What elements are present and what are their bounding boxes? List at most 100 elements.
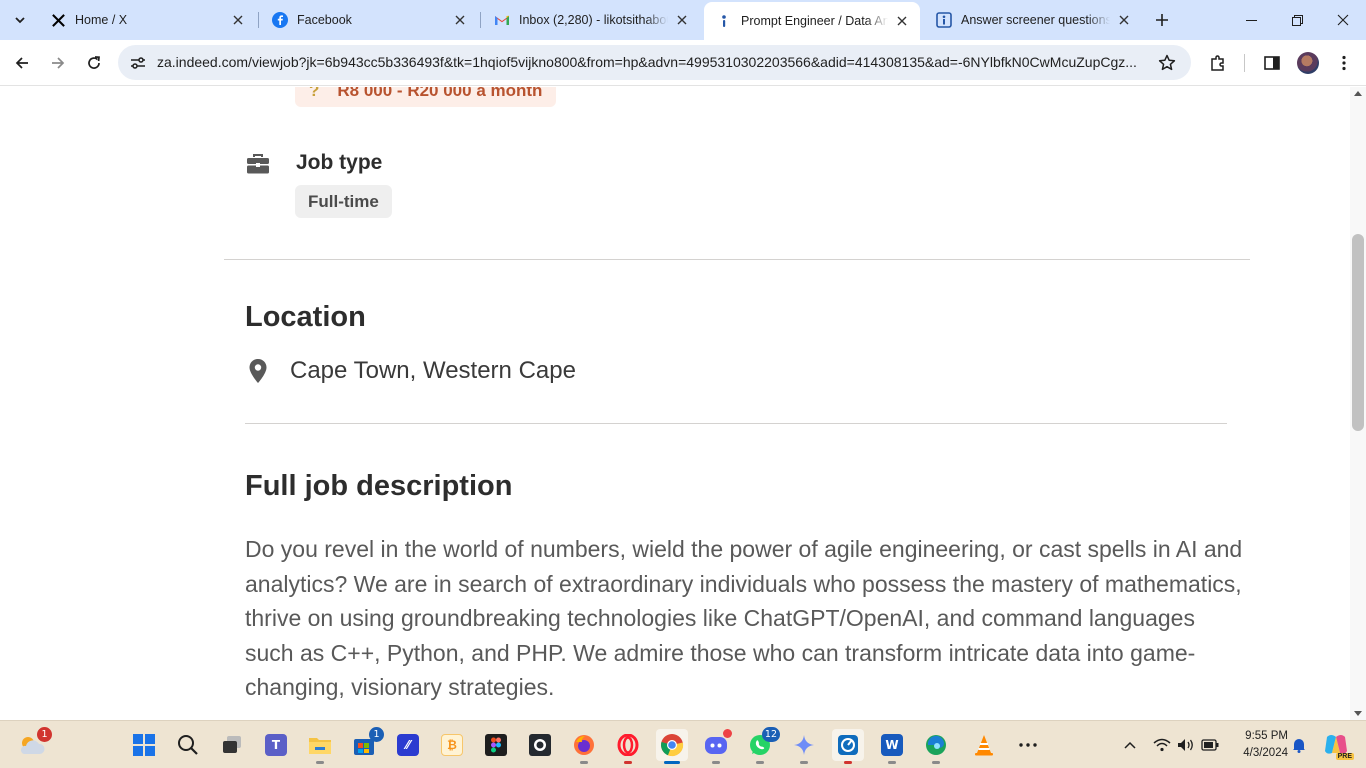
vlc-cone-icon — [975, 735, 993, 756]
new-tab-button[interactable] — [1148, 6, 1176, 34]
chevron-up-icon — [1124, 741, 1136, 749]
facebook-icon — [272, 12, 288, 28]
weather-widget[interactable]: 1 — [16, 727, 52, 761]
running-indicator — [932, 761, 940, 764]
edge-app[interactable] — [920, 729, 952, 764]
clock-time: 9:55 PM — [1245, 730, 1288, 742]
tab-facebook[interactable]: Facebook — [260, 4, 478, 36]
arrow-right-icon — [52, 57, 65, 69]
tab-answer-screener[interactable]: Answer screener questions f — [924, 4, 1142, 36]
briefcase-icon — [247, 154, 269, 174]
pen-app[interactable]: ⁄⁄ — [392, 729, 424, 761]
notification-badge: 1 — [369, 727, 384, 742]
salary-badge: ? R8 000 - R20 000 a month — [295, 87, 557, 107]
vlc-app[interactable] — [968, 729, 1000, 761]
close-icon[interactable] — [894, 13, 910, 29]
minimize-button[interactable] — [1228, 0, 1274, 40]
gemini-app[interactable] — [788, 729, 820, 764]
forward-button[interactable] — [42, 47, 74, 79]
task-view-button[interactable] — [216, 729, 248, 761]
chevron-down-icon — [15, 17, 25, 24]
page-scrollbar[interactable] — [1350, 87, 1366, 720]
windows-logo-icon — [133, 734, 155, 756]
running-indicator — [888, 761, 896, 764]
job-type-chip: Full-time — [295, 185, 392, 218]
browser-menu-button[interactable] — [1332, 51, 1356, 75]
plus-icon — [1156, 14, 1168, 26]
start-button[interactable] — [128, 729, 160, 761]
taskbar-search-button[interactable] — [172, 729, 204, 761]
site-info-icon[interactable] — [128, 53, 148, 73]
firefox-app[interactable] — [568, 729, 600, 764]
location-heading: Location — [245, 301, 366, 333]
gmail-icon — [494, 12, 510, 28]
close-icon[interactable] — [230, 12, 246, 28]
close-icon[interactable] — [1116, 12, 1132, 28]
more-apps-button[interactable] — [1012, 729, 1044, 761]
url-text[interactable]: za.indeed.com/viewjob?jk=6b943cc5b336493… — [157, 54, 1147, 70]
tab-gmail[interactable]: Inbox (2,280) - likotsithabo0 — [482, 4, 700, 36]
browser-toolbar: za.indeed.com/viewjob?jk=6b943cc5b336493… — [0, 40, 1366, 86]
reload-button[interactable] — [78, 47, 110, 79]
system-clock[interactable]: 9:55 PM 4/3/2024 — [1226, 728, 1288, 762]
tab-strip: Home / X Facebook Inbox (2,280) - likots… — [0, 0, 1366, 40]
file-explorer-app[interactable] — [304, 729, 336, 764]
show-hidden-icons-button[interactable] — [1120, 733, 1140, 757]
bitcoin-app[interactable]: ₿ — [436, 729, 468, 761]
scroll-up-arrow-icon[interactable] — [1354, 91, 1362, 96]
restore-button[interactable] — [1274, 0, 1320, 40]
notifications-button[interactable] — [1290, 733, 1308, 757]
scrollbar-thumb[interactable] — [1352, 234, 1364, 431]
address-bar[interactable]: za.indeed.com/viewjob?jk=6b943cc5b336493… — [118, 45, 1191, 80]
running-indicator — [844, 761, 852, 764]
section-divider — [245, 423, 1227, 424]
extensions-button[interactable] — [1206, 51, 1230, 75]
map-pin-icon — [249, 359, 267, 383]
whatsapp-app[interactable]: 12 — [744, 727, 780, 764]
toolbar-divider — [1244, 54, 1245, 72]
close-icon[interactable] — [674, 12, 690, 28]
github-app[interactable] — [524, 729, 556, 761]
edge-icon — [926, 735, 946, 755]
scroll-down-arrow-icon[interactable] — [1354, 711, 1362, 716]
close-icon — [1337, 14, 1349, 26]
question-icon: ? — [309, 87, 320, 100]
bookmark-star-icon[interactable] — [1156, 52, 1178, 74]
opera-icon — [617, 734, 639, 756]
notification-badge: 12 — [761, 727, 780, 742]
opera-app[interactable] — [612, 729, 644, 764]
quick-settings-button[interactable] — [1150, 733, 1222, 757]
teams-app[interactable]: T — [260, 729, 292, 761]
salary-text: R8 000 - R20 000 a month — [337, 87, 543, 100]
section-divider — [224, 259, 1250, 260]
close-icon[interactable] — [452, 12, 468, 28]
running-indicator — [756, 761, 764, 764]
chrome-icon — [661, 734, 684, 757]
puzzle-icon — [1211, 55, 1224, 71]
tab-separator — [480, 12, 481, 28]
minimize-icon — [1245, 19, 1257, 21]
battery-icon — [1201, 739, 1219, 751]
job-description-heading: Full job description — [245, 470, 513, 502]
running-indicator — [800, 761, 808, 764]
close-window-button[interactable] — [1320, 0, 1366, 40]
running-indicator — [316, 761, 324, 764]
chrome-app[interactable] — [656, 729, 688, 764]
discord-app[interactable] — [700, 729, 732, 764]
tab-x[interactable]: Home / X — [38, 4, 256, 36]
copilot-button[interactable]: PRE — [1318, 733, 1354, 760]
job-type-label: Job type — [296, 151, 383, 174]
store-app[interactable]: 1 — [348, 727, 384, 761]
job-description-text: Do you revel in the world of numbers, wi… — [245, 536, 1243, 701]
profile-avatar[interactable] — [1297, 52, 1319, 74]
firefox-icon — [574, 735, 594, 755]
snipping-tool-app[interactable] — [832, 729, 864, 764]
tab-prompt-engineer[interactable]: Prompt Engineer / Data Ana — [704, 2, 920, 40]
back-button[interactable] — [6, 47, 38, 79]
notification-badge: 1 — [37, 727, 52, 742]
side-panel-button[interactable] — [1260, 51, 1284, 75]
teams-icon: T — [265, 734, 287, 756]
word-app[interactable]: W — [876, 729, 908, 764]
figma-app[interactable] — [480, 729, 512, 761]
tab-search-button[interactable] — [6, 6, 34, 34]
